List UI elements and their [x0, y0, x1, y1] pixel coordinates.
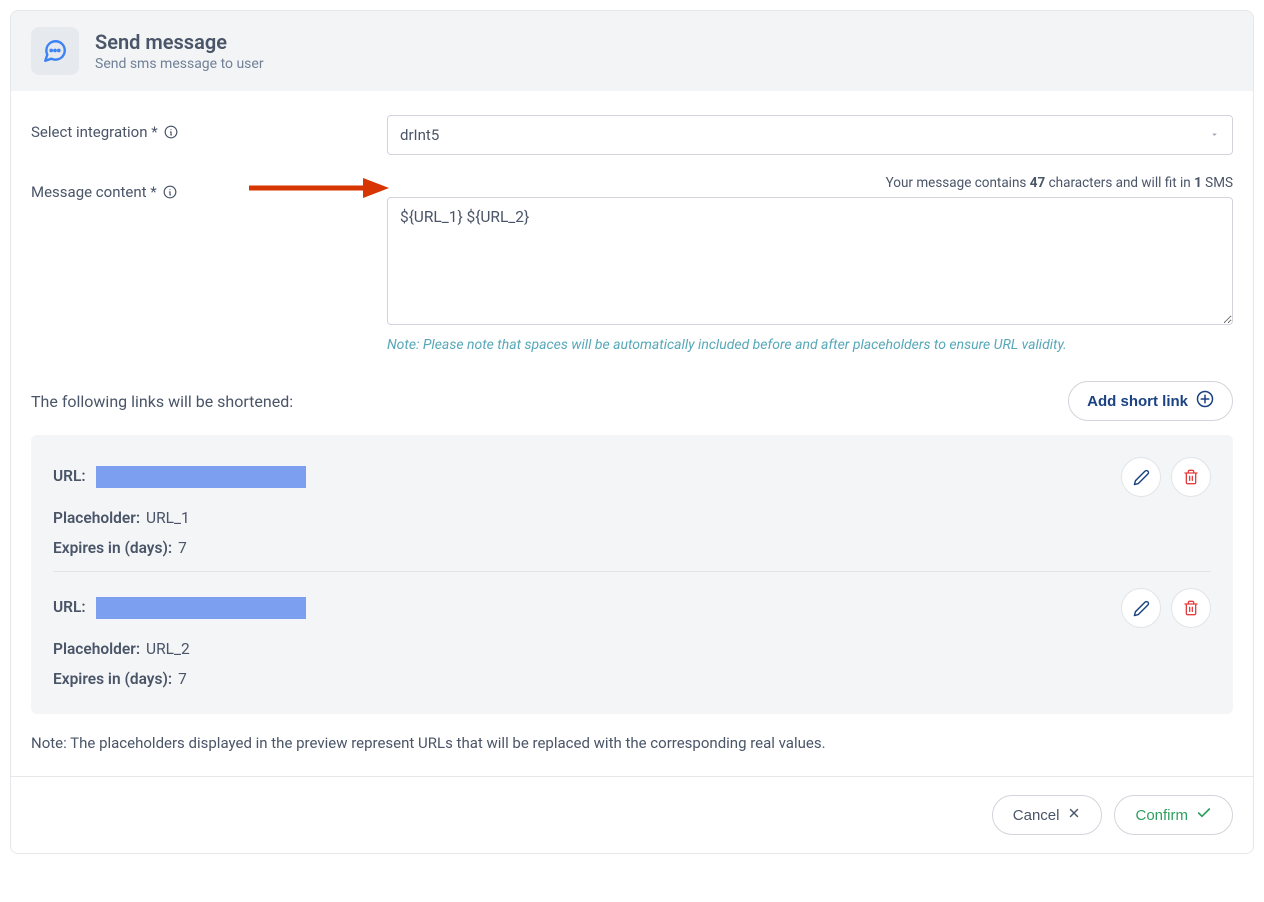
message-row: Message content * Your message cont	[31, 175, 1233, 353]
message-textarea[interactable]: ${URL_1} ${URL_2}	[387, 197, 1233, 325]
delete-link-button[interactable]	[1171, 457, 1211, 497]
delete-link-button[interactable]	[1171, 588, 1211, 628]
url-redacted	[96, 597, 306, 619]
cancel-button[interactable]: Cancel	[992, 795, 1103, 835]
confirm-button[interactable]: Confirm	[1114, 795, 1233, 835]
placeholder-value: URL_2	[146, 640, 190, 658]
expires-label: Expires in (days):	[53, 539, 172, 557]
plus-circle-icon	[1196, 390, 1214, 412]
url-label: URL:	[53, 598, 86, 616]
placeholder-label: Placeholder:	[53, 640, 140, 658]
message-label: Message content *	[31, 183, 157, 201]
arrow-annotation	[249, 176, 389, 204]
add-short-link-button[interactable]: Add short link	[1068, 381, 1233, 421]
confirm-label: Confirm	[1135, 807, 1188, 824]
link-item: URL: Placeholder: URL_1	[53, 457, 1211, 572]
integration-row: Select integration * drInt5	[31, 115, 1233, 155]
panel-subtitle: Send sms message to user	[95, 56, 264, 72]
info-icon[interactable]	[163, 185, 177, 199]
links-header: The following links will be shortened: A…	[31, 381, 1233, 421]
char-count: Your message contains 47 characters and …	[387, 175, 1233, 191]
info-icon[interactable]	[164, 125, 178, 139]
expires-value: 7	[178, 670, 187, 688]
panel-title: Send message	[95, 30, 264, 54]
bottom-note: Note: The placeholders displayed in the …	[31, 734, 1233, 752]
url-label: URL:	[53, 467, 86, 485]
edit-link-button[interactable]	[1121, 457, 1161, 497]
panel-header: Send message Send sms message to user	[11, 11, 1253, 91]
panel-body: Select integration * drInt5	[11, 91, 1253, 776]
message-label-wrap: Message content *	[31, 175, 371, 201]
panel-footer: Cancel Confirm	[11, 776, 1253, 853]
integration-label-wrap: Select integration *	[31, 115, 371, 141]
edit-link-button[interactable]	[1121, 588, 1161, 628]
check-icon	[1196, 805, 1212, 825]
links-title: The following links will be shortened:	[31, 392, 293, 411]
integration-select[interactable]: drInt5	[387, 115, 1233, 155]
chat-icon	[31, 27, 79, 75]
chevron-down-icon	[1209, 126, 1220, 144]
placeholder-value: URL_1	[146, 509, 190, 527]
send-message-panel: Send message Send sms message to user Se…	[10, 10, 1254, 854]
cancel-label: Cancel	[1013, 807, 1060, 824]
expires-label: Expires in (days):	[53, 670, 172, 688]
close-icon	[1067, 806, 1081, 824]
expires-value: 7	[178, 539, 187, 557]
links-box: URL: Placeholder: URL_1	[31, 435, 1233, 714]
integration-value: drInt5	[400, 126, 439, 144]
url-redacted	[96, 466, 306, 488]
link-item: URL: Placeholder: URL_2	[53, 588, 1211, 702]
integration-label: Select integration *	[31, 123, 158, 141]
add-short-link-label: Add short link	[1087, 393, 1188, 410]
placeholder-note: Note: Please note that spaces will be au…	[387, 337, 1233, 353]
placeholder-label: Placeholder:	[53, 509, 140, 527]
